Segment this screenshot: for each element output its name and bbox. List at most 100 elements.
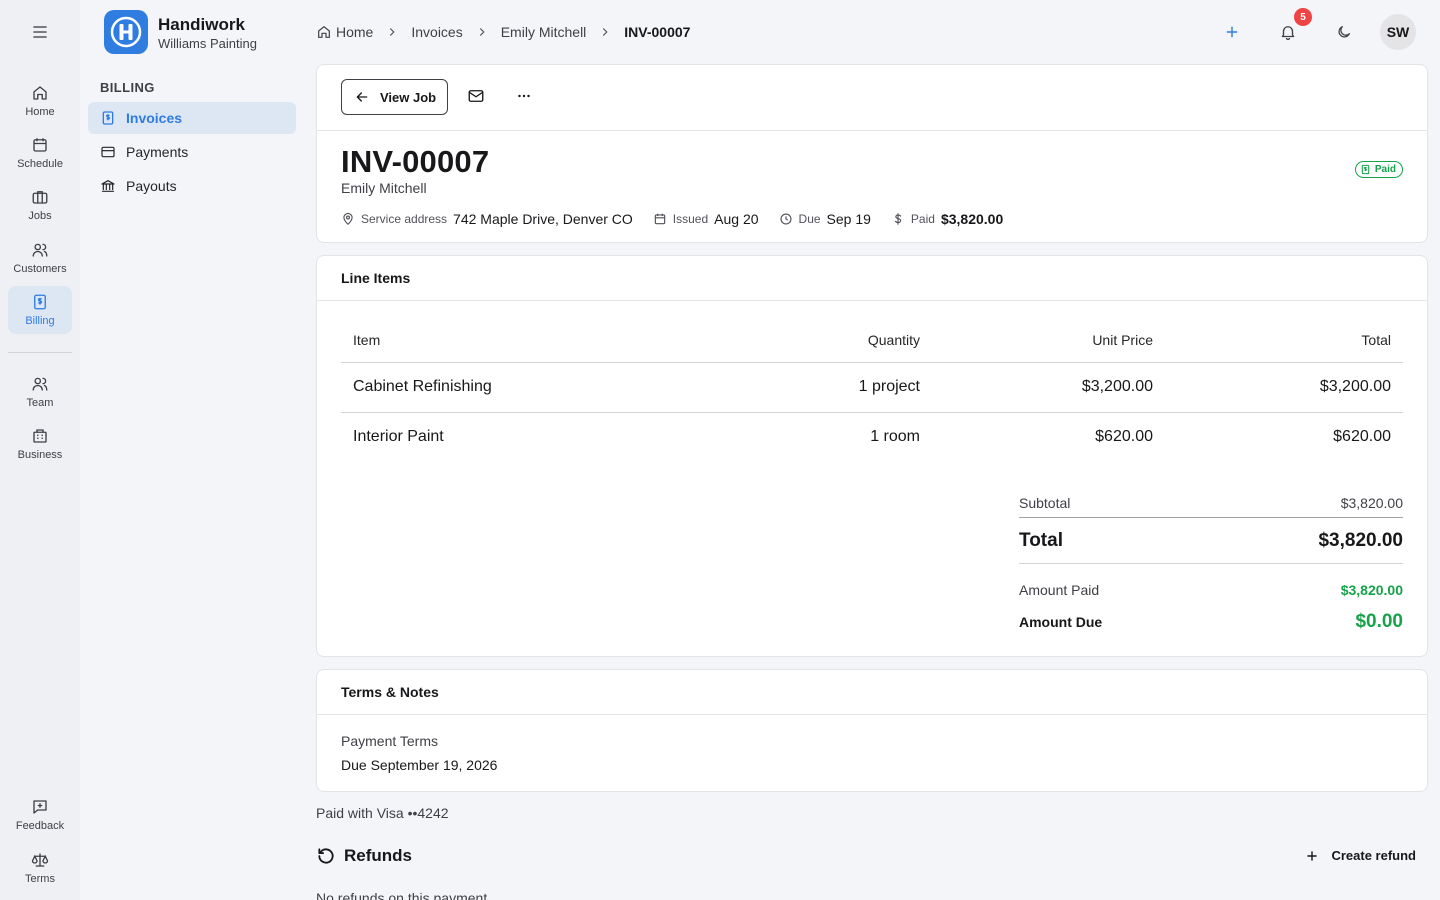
- create-refund-button[interactable]: Create refund: [1305, 848, 1416, 863]
- cell-quantity: 1 room: [870, 428, 920, 446]
- amount-paid-label: Amount Paid: [1019, 582, 1100, 598]
- breadcrumb-invoices[interactable]: Invoices: [411, 24, 462, 40]
- view-job-label: View Job: [380, 89, 437, 105]
- rail-item-label: Schedule: [17, 158, 63, 170]
- breadcrumb-home[interactable]: Home: [336, 24, 373, 40]
- meta-value: $3,820.00: [940, 211, 1004, 227]
- building-icon: [33, 429, 47, 443]
- meta-due: Due Sep 19: [779, 211, 871, 227]
- bell-icon: [1281, 26, 1295, 41]
- meta-value: Aug 20: [714, 211, 759, 227]
- cell-quantity: 1 project: [681, 362, 932, 413]
- briefcase-icon: [32, 191, 48, 204]
- plus-icon: [1307, 850, 1318, 861]
- refund-icon: [318, 848, 334, 864]
- rail-item-team[interactable]: Team: [8, 368, 72, 416]
- invoice-header-card: View Job INV-00007 Emily Mitchell Paid S…: [316, 64, 1428, 243]
- invoice-customer[interactable]: Emily Mitchell: [341, 180, 427, 196]
- payment-terms-label: Payment Terms: [341, 733, 438, 749]
- totals-summary: Subtotal $3,820.00 Total $3,820.00 Amoun…: [1019, 488, 1403, 634]
- credit-card-icon: [101, 146, 115, 158]
- refunds-empty-state: No refunds on this payment: [316, 890, 488, 900]
- rail-item-label: Customers: [13, 263, 67, 275]
- chevron-right-icon: [479, 28, 485, 36]
- clock-icon: [779, 213, 792, 225]
- arrow-left-icon: [356, 92, 368, 102]
- avatar[interactable]: SW: [1380, 14, 1416, 50]
- notification-badge: 5: [1294, 8, 1312, 26]
- rail-item-jobs[interactable]: Jobs: [8, 181, 72, 229]
- rail-item-business[interactable]: Business: [8, 420, 72, 468]
- amount-due-label: Amount Due: [1019, 614, 1103, 630]
- meta-label: Due: [798, 212, 821, 226]
- sidebar-item-payouts[interactable]: Payouts: [88, 170, 296, 202]
- table-row: Interior Paint 1 room $620.00 $620.00: [341, 412, 1403, 462]
- brand: Handiwork Williams Painting: [158, 15, 257, 51]
- line-items-title: Line Items: [317, 256, 1427, 301]
- breadcrumb: Home Invoices Emily Mitchell INV-00007: [316, 22, 690, 42]
- sidebar-item-label: Payments: [126, 144, 189, 160]
- icon-rail: Home Schedule Jobs Customers Billing Tea…: [0, 0, 80, 900]
- team-icon: [32, 377, 48, 391]
- meta-label: Service address: [361, 212, 448, 226]
- email-button[interactable]: [467, 87, 487, 107]
- theme-toggle[interactable]: [1330, 18, 1358, 46]
- meta-value: 742 Maple Drive, Denver CO: [453, 211, 633, 227]
- rail-item-home[interactable]: Home: [8, 77, 72, 125]
- dollar-receipt-icon: [34, 294, 46, 310]
- chevron-right-icon: [603, 28, 608, 36]
- cell-item: Interior Paint: [353, 428, 444, 446]
- calendar-icon: [33, 138, 47, 152]
- rail-divider: [8, 352, 72, 353]
- subtotal-label: Subtotal: [1019, 494, 1071, 511]
- rail-item-billing[interactable]: Billing: [8, 286, 72, 334]
- moon-icon: [1338, 26, 1350, 38]
- rail-item-label: Terms: [25, 873, 55, 885]
- payment-method: Paid with Visa ••4242: [316, 805, 449, 821]
- rail-item-feedback[interactable]: Feedback: [8, 791, 72, 839]
- add-button[interactable]: [1218, 18, 1246, 46]
- total-row: Total $3,820.00: [1019, 518, 1403, 564]
- sidebar: Handiwork Williams Painting BILLING Invo…: [80, 0, 304, 900]
- dollar-icon: [894, 213, 902, 225]
- company-name: Williams Painting: [158, 36, 257, 51]
- calendar-icon: [654, 213, 666, 225]
- sidebar-item-invoices[interactable]: Invoices: [88, 102, 296, 134]
- view-job-button[interactable]: View Job: [341, 79, 448, 115]
- dollar-receipt-icon: [1361, 164, 1370, 175]
- users-icon: [32, 243, 48, 257]
- invoice-meta: Service address 742 Maple Drive, Denver …: [341, 211, 1023, 227]
- rail-item-customers[interactable]: Customers: [8, 234, 72, 282]
- terms-title: Terms & Notes: [317, 670, 1427, 715]
- meta-service-address: Service address 742 Maple Drive, Denver …: [341, 211, 633, 227]
- total-label: Total: [1019, 529, 1063, 551]
- meta-value: Sep 19: [826, 211, 871, 227]
- breadcrumb-customer[interactable]: Emily Mitchell: [501, 24, 587, 40]
- column-header-quantity: Quantity: [681, 318, 932, 363]
- amount-due-row: Amount Due $0.00: [1019, 610, 1403, 634]
- more-button[interactable]: [515, 87, 535, 107]
- menu-icon[interactable]: [28, 20, 52, 44]
- line-items-table: Item Quantity Unit Price Total Cabinet R…: [341, 318, 1403, 462]
- create-refund-label: Create refund: [1331, 848, 1416, 863]
- home-icon: [33, 86, 47, 100]
- meta-label: Issued: [672, 212, 709, 226]
- rail-item-terms[interactable]: Terms: [8, 844, 72, 892]
- sidebar-item-payments[interactable]: Payments: [88, 136, 296, 168]
- table-row: Cabinet Refinishing 1 project $3,200.00 …: [341, 362, 1403, 413]
- table-header-row: Item Quantity Unit Price Total: [341, 318, 1403, 363]
- payment-terms-value: Due September 19, 2026: [341, 757, 498, 773]
- rail-item-label: Team: [26, 397, 54, 409]
- more-horizontal-icon: [518, 94, 530, 98]
- column-header-total: Total: [1165, 318, 1403, 363]
- invoice-number: INV-00007: [341, 144, 490, 179]
- cell-unit-price: $620.00: [1095, 428, 1153, 446]
- terms-card: Terms & Notes Payment Terms Due Septembe…: [316, 669, 1428, 792]
- rail-item-schedule[interactable]: Schedule: [8, 129, 72, 177]
- app-logo[interactable]: [104, 10, 148, 54]
- chevron-right-icon: [390, 28, 395, 36]
- refunds-heading: Refunds: [316, 846, 412, 866]
- amount-paid-value: $3,820.00: [1340, 582, 1403, 598]
- amount-due-value: $0.00: [1355, 611, 1403, 632]
- app-name: Handiwork: [158, 15, 245, 34]
